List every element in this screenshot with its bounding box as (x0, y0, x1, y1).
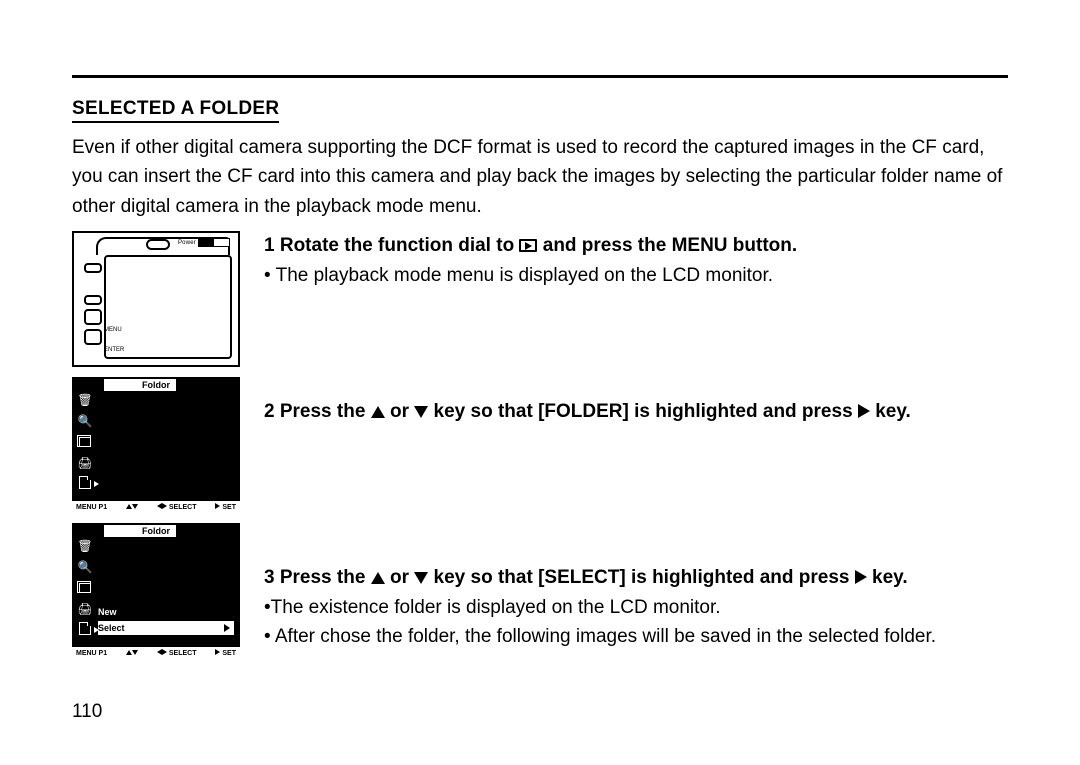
lcd2-row-select: Select (98, 621, 234, 635)
steps-column: 1 Rotate the function dial to and press … (264, 231, 1008, 679)
illustration-column: Power MENU ENTER Foldor 🗑 🔍 (72, 231, 240, 679)
down-arrow-icon (414, 406, 428, 418)
lcd-screenshot-2: Foldor 🗑 🔍 🖨 New Select MENU P1 (72, 523, 240, 659)
print-icon: 🖨 (78, 602, 92, 616)
step1-num: 1 (264, 235, 275, 256)
lcd-screenshot-1: Foldor 🗑 🔍 🖨 MENU P1 SELECT SET (72, 377, 240, 513)
step-3: 3 Press the or key so that [SELECT] is h… (264, 563, 1008, 651)
magnify-icon: 🔍 (78, 560, 92, 574)
right-arrow-icon (855, 570, 867, 584)
camera-button-icon (84, 295, 102, 305)
step-1: 1 Rotate the function dial to and press … (264, 231, 1008, 369)
lcd2-title: Foldor (142, 526, 170, 536)
chevron-right-icon (224, 624, 230, 632)
step3-text-a: Press the (280, 567, 371, 588)
stack-icon (78, 435, 92, 449)
lcd1-title: Foldor (142, 380, 170, 390)
playback-icon (519, 239, 537, 252)
power-switch-icon (198, 238, 230, 247)
step3-num: 3 (264, 567, 275, 588)
stack-icon (78, 581, 92, 595)
step1-text-b: and press the MENU button. (543, 235, 797, 256)
camera-button-icon (84, 263, 102, 273)
enter-label: ENTER (104, 347, 124, 353)
lcd1-statusbar: MENU P1 SELECT SET (72, 501, 240, 513)
up-arrow-icon (371, 406, 385, 418)
step3-bullet1: •The existence folder is displayed on th… (264, 593, 1008, 622)
lcd2-row-new: New (98, 605, 234, 619)
folder-icon (78, 477, 92, 491)
magnify-icon: 🔍 (78, 414, 92, 428)
step3-text-b: or (390, 567, 414, 588)
page-number: 110 (72, 701, 102, 723)
print-icon: 🖨 (78, 456, 92, 470)
step2-text-b: or (390, 401, 414, 422)
trash-icon: 🗑 (78, 393, 92, 407)
step2-text-c: key so that [FOLDER] is highlighted and … (434, 401, 858, 422)
step3-text-c: key so that [SELECT] is highlighted and … (434, 567, 855, 588)
camera-button-icon (84, 309, 102, 325)
right-arrow-icon (858, 404, 870, 418)
trash-icon: 🗑 (78, 539, 92, 553)
step2-text-d: key. (875, 401, 911, 422)
step2-num: 2 (264, 401, 275, 422)
down-arrow-icon (414, 572, 428, 584)
menu-label: MENU (104, 327, 122, 333)
step3-bullet2: • After chose the folder, the following … (264, 622, 1008, 651)
section-title: SELECTED A FOLDER (72, 98, 279, 123)
intro-paragraph: Even if other digital camera supporting … (72, 133, 1008, 221)
step1-bullet: • The playback mode menu is displayed on… (264, 261, 1008, 290)
folder-icon (78, 623, 92, 637)
step2-text-a: Press the (280, 401, 371, 422)
manual-page: SELECTED A FOLDER Even if other digital … (72, 75, 1008, 680)
step-2: 2 Press the or key so that [FOLDER] is h… (264, 397, 1008, 535)
step3-text-d: key. (872, 567, 908, 588)
camera-diagram: Power MENU ENTER (72, 231, 240, 367)
lcd2-statusbar: MENU P1 SELECT SET (72, 647, 240, 659)
step1-text-a: Rotate the function dial to (280, 235, 520, 256)
camera-button-icon (84, 329, 102, 345)
up-arrow-icon (371, 572, 385, 584)
power-label: Power (178, 240, 196, 246)
